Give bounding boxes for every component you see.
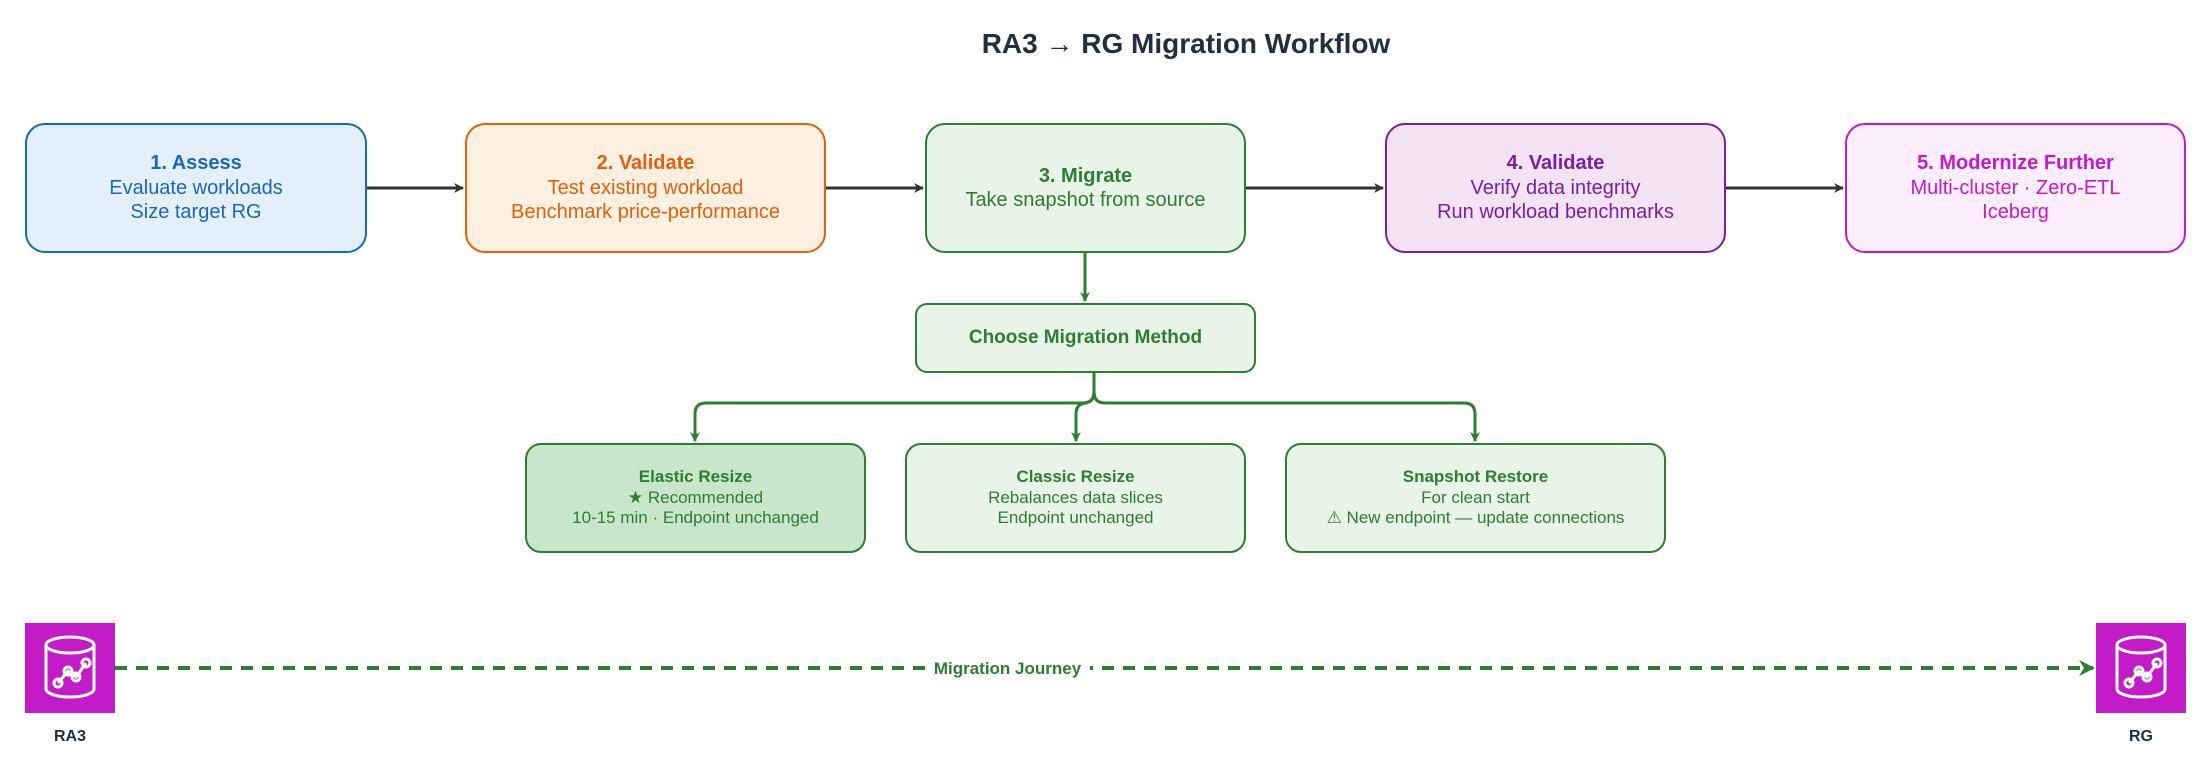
step-validate-line-1: Test existing workload xyxy=(547,176,744,199)
step-assess: 1. Assess Evaluate workloads Size target… xyxy=(25,123,367,253)
method-snapshot-restore: Snapshot Restore For clean start ⚠ New e… xyxy=(1285,443,1666,553)
step-modernize-heading: 5. Modernize Further xyxy=(1917,152,2114,175)
step-modernize-line-1: Multi-cluster · Zero-ETL xyxy=(1910,176,2121,199)
migration-journey-label: Migration Journey xyxy=(925,658,1090,680)
step-modernize-line-2: Iceberg xyxy=(1982,201,2049,224)
step-migrate-line-1: Take snapshot from source xyxy=(965,189,1206,211)
step-assess-line-2: Size target RG xyxy=(130,201,262,224)
method-classic-resize-heading: Classic Resize xyxy=(1016,466,1135,486)
method-classic-resize-line-2: Endpoint unchanged xyxy=(997,508,1154,528)
method-snapshot-restore-line-2: ⚠ New endpoint — update connections xyxy=(1326,508,1625,528)
database-icon xyxy=(25,623,115,713)
method-elastic-resize-line-1: ★ Recommended xyxy=(627,487,764,507)
method-classic-resize-line-1: Rebalances data slices xyxy=(988,487,1163,507)
step-assess-line-1: Evaluate workloads xyxy=(109,176,283,199)
method-classic-resize: Classic Resize Rebalances data slices En… xyxy=(905,443,1246,553)
database-icon xyxy=(2096,623,2186,713)
step-validate: 2. Validate Test existing workload Bench… xyxy=(465,123,826,253)
step-validate-line-2: Benchmark price-performance xyxy=(511,201,780,224)
step-validate-heading: 2. Validate xyxy=(596,152,695,175)
source-label: RA3 xyxy=(53,728,86,745)
step-validate-results-line-2: Run workload benchmarks xyxy=(1437,201,1674,224)
method-elastic-resize-heading: Elastic Resize xyxy=(638,466,753,486)
choose-migration-method: Choose Migration Method xyxy=(915,303,1256,373)
method-snapshot-restore-heading: Snapshot Restore xyxy=(1402,466,1549,486)
arrow-choose-to-elastic xyxy=(690,373,1096,442)
method-snapshot-restore-line-1: For clean start xyxy=(1421,487,1530,507)
arrow-choose-to-classic xyxy=(1071,373,1096,442)
step-assess-heading: 1. Assess xyxy=(150,152,242,175)
step-validate-results-heading: 4. Validate xyxy=(1506,152,1605,175)
arrow-choose-to-snapshot xyxy=(1092,373,1480,442)
target-label: RG xyxy=(2129,728,2153,745)
step-migrate: 3. Migrate Take snapshot from source xyxy=(925,123,1246,253)
connectors xyxy=(115,183,2095,676)
method-elastic-resize-line-2: 10-15 min · Endpoint unchanged xyxy=(572,508,819,528)
step-validate-results-line-1: Verify data integrity xyxy=(1470,176,1641,199)
step-migrate-heading: 3. Migrate xyxy=(1038,164,1133,187)
choose-migration-method-label: Choose Migration Method xyxy=(968,327,1203,349)
step-modernize: 5. Modernize Further Multi-cluster · Zer… xyxy=(1845,123,2186,253)
step-validate-results: 4. Validate Verify data integrity Run wo… xyxy=(1385,123,1726,253)
method-elastic-resize: Elastic Resize ★ Recommended 10-15 min ·… xyxy=(525,443,866,553)
